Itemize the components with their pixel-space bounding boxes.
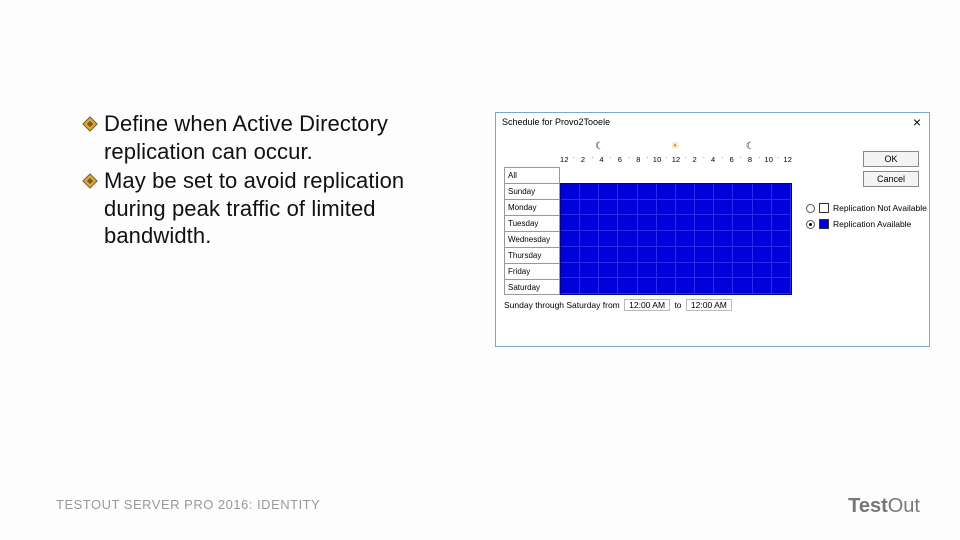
dialog-title: Schedule for Provo2Tooele [502,117,610,127]
brand-logo: TestOut [848,495,920,518]
legend-available[interactable]: Replication Available [806,219,921,229]
radio-icon[interactable] [806,220,815,229]
day-sunday[interactable]: Sunday [504,183,560,199]
schedule-cells[interactable] [560,183,792,295]
swatch-blue-icon [819,219,829,229]
brand-thin: Out [888,495,920,517]
bullet-item: May be set to avoid replication during p… [82,167,462,250]
day-all[interactable]: All [504,167,560,183]
sun-icon: ☀ [671,141,680,152]
status-to: 12:00 AM [686,299,732,311]
day-friday[interactable]: Friday [504,263,560,279]
bullet-text: May be set to avoid replication during p… [104,167,462,250]
day-wednesday[interactable]: Wednesday [504,231,560,247]
legend-label: Replication Not Available [833,203,927,213]
status-range: Sunday through Saturday from [504,300,620,310]
day-monday[interactable]: Monday [504,199,560,215]
status-from: 12:00 AM [624,299,670,311]
legend-not-available[interactable]: Replication Not Available [806,203,921,213]
all-row-cells[interactable] [560,167,792,183]
bullet-text: Define when Active Directory replication… [104,110,462,165]
bullet-item: Define when Active Directory replication… [82,110,462,165]
day-saturday[interactable]: Saturday [504,279,560,295]
diamond-bullet-icon [82,116,98,132]
status-line: Sunday through Saturday from 12:00 AM to… [504,299,734,311]
bullet-list: Define when Active Directory replication… [82,110,462,252]
diamond-bullet-icon [82,173,98,189]
hour-labels: 12· 2· 4· 6· 8· 10· 12· 2· 4· 6· 8· 10· … [560,155,792,164]
moon-icon: ☾ [595,141,604,152]
status-to-word: to [674,300,681,310]
footer-course-title: TESTOUT SERVER PRO 2016: IDENTITY [56,497,320,512]
day-labels: All Sunday Monday Tuesday Wednesday Thur… [504,167,560,295]
schedule-dialog: Schedule for Provo2Tooele × OK Cancel Re… [495,112,930,347]
day-thursday[interactable]: Thursday [504,247,560,263]
moon-icon: ☾ [746,141,755,152]
cancel-button[interactable]: Cancel [863,171,919,187]
swatch-white-icon [819,203,829,213]
legend-label: Replication Available [833,219,911,229]
close-icon[interactable]: × [913,115,921,129]
legend: Replication Not Available Replication Av… [806,203,921,235]
day-tuesday[interactable]: Tuesday [504,215,560,231]
time-of-day-icons: ☾ ☀ ☾ [562,141,788,152]
brand-bold: Test [848,495,888,517]
radio-icon[interactable] [806,204,815,213]
ok-button[interactable]: OK [863,151,919,167]
